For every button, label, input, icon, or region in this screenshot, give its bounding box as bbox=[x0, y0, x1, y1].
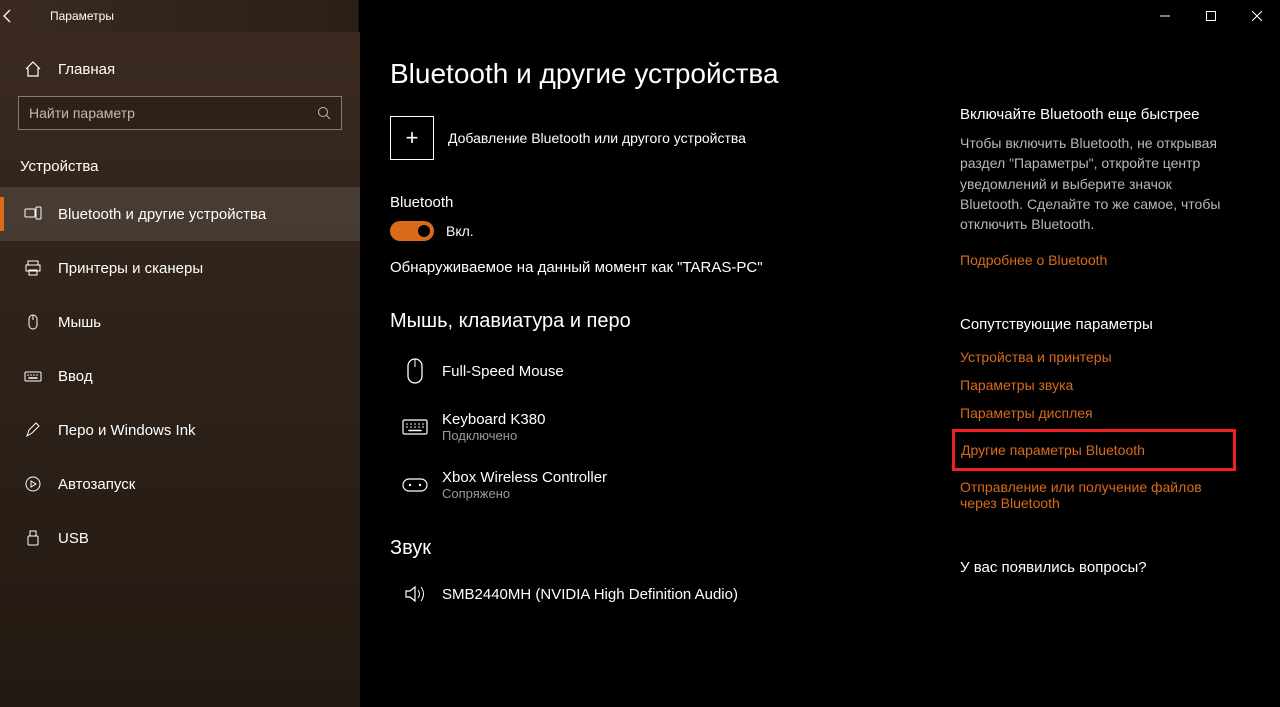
sidebar-item-usb[interactable]: USB bbox=[0, 511, 360, 565]
sidebar: Главная Устройства Bluetooth и другие ус… bbox=[0, 32, 360, 707]
device-name: Keyboard K380 bbox=[442, 411, 545, 428]
link-more-bluetooth-settings[interactable]: Другие параметры Bluetooth bbox=[952, 429, 1236, 471]
plus-icon: + bbox=[390, 116, 434, 160]
related-title: Сопутствующие параметры bbox=[960, 316, 1228, 333]
bluetooth-label: Bluetooth bbox=[390, 194, 960, 211]
maximize-button[interactable] bbox=[1188, 0, 1234, 32]
questions-title: У вас появились вопросы? bbox=[960, 559, 1228, 576]
sidebar-item-label: USB bbox=[44, 530, 89, 547]
sidebar-item-label: Мышь bbox=[44, 314, 101, 331]
mouse-icon bbox=[22, 313, 44, 331]
sidebar-section-title: Устройства bbox=[0, 150, 360, 187]
close-button[interactable] bbox=[1234, 0, 1280, 32]
minimize-button[interactable] bbox=[1142, 0, 1188, 32]
sidebar-item-printers[interactable]: Принтеры и сканеры bbox=[0, 241, 360, 295]
autoplay-icon bbox=[22, 475, 44, 493]
link-display-settings[interactable]: Параметры дисплея bbox=[960, 399, 1228, 427]
main-content: Bluetooth и другие устройства + Добавлен… bbox=[390, 58, 960, 707]
bluetooth-toggle-state: Вкл. bbox=[446, 223, 474, 239]
link-devices-printers[interactable]: Устройства и принтеры bbox=[960, 343, 1228, 371]
tip-title: Включайте Bluetooth еще быстрее bbox=[960, 106, 1228, 123]
page-title: Bluetooth и другие устройства bbox=[390, 58, 960, 90]
window-title: Параметры bbox=[44, 9, 114, 23]
device-name: Xbox Wireless Controller bbox=[442, 469, 607, 486]
category-mouse-keyboard: Мышь, клавиатура и перо bbox=[390, 310, 960, 333]
keyboard-icon bbox=[400, 418, 430, 436]
titlebar: Параметры bbox=[0, 0, 1280, 32]
mouse-icon bbox=[400, 357, 430, 385]
back-button[interactable] bbox=[0, 8, 44, 24]
sidebar-item-autoplay[interactable]: Автозапуск bbox=[0, 457, 360, 511]
tip-body: Чтобы включить Bluetooth, не открывая ра… bbox=[960, 133, 1228, 234]
search-input[interactable] bbox=[19, 105, 307, 121]
device-row[interactable]: Xbox Wireless Controller Сопряжено bbox=[390, 461, 960, 519]
pen-icon bbox=[22, 421, 44, 439]
sidebar-item-typing[interactable]: Ввод bbox=[0, 349, 360, 403]
sidebar-item-label: Bluetooth и другие устройства bbox=[44, 206, 266, 223]
sidebar-item-label: Автозапуск bbox=[44, 476, 135, 493]
search-icon bbox=[307, 106, 341, 121]
search-box[interactable] bbox=[18, 96, 342, 130]
device-row[interactable]: Full-Speed Mouse bbox=[390, 349, 960, 403]
discoverable-text: Обнаруживаемое на данный момент как "TAR… bbox=[390, 259, 960, 276]
sidebar-item-label: Ввод bbox=[44, 368, 93, 385]
sidebar-item-bluetooth[interactable]: Bluetooth и другие устройства bbox=[0, 187, 360, 241]
speaker-icon bbox=[400, 584, 430, 604]
device-name: Full-Speed Mouse bbox=[442, 363, 564, 380]
bluetooth-toggle[interactable] bbox=[390, 221, 434, 241]
sidebar-home[interactable]: Главная bbox=[0, 50, 360, 96]
sidebar-item-label: Перо и Windows Ink bbox=[44, 422, 196, 439]
add-device-label: Добавление Bluetooth или другого устройс… bbox=[448, 130, 746, 146]
link-sound-settings[interactable]: Параметры звука bbox=[960, 371, 1228, 399]
keyboard-icon bbox=[22, 367, 44, 385]
category-audio: Звук bbox=[390, 537, 960, 560]
home-icon bbox=[22, 60, 44, 78]
gamepad-icon bbox=[400, 476, 430, 494]
printer-icon bbox=[22, 259, 44, 277]
device-status: Сопряжено bbox=[442, 486, 607, 501]
sidebar-home-label: Главная bbox=[44, 61, 115, 78]
sidebar-item-label: Принтеры и сканеры bbox=[44, 260, 203, 277]
device-row[interactable]: Keyboard K380 Подключено bbox=[390, 403, 960, 461]
link-send-receive-files[interactable]: Отправление или получение файлов через B… bbox=[960, 473, 1228, 517]
add-device-row[interactable]: + Добавление Bluetooth или другого устро… bbox=[390, 116, 960, 160]
aside-panel: Включайте Bluetooth еще быстрее Чтобы вк… bbox=[960, 58, 1240, 707]
usb-icon bbox=[22, 529, 44, 547]
device-status: Подключено bbox=[442, 428, 545, 443]
device-row[interactable]: SMB2440MH (NVIDIA High Definition Audio) bbox=[390, 576, 960, 622]
sidebar-item-mouse[interactable]: Мышь bbox=[0, 295, 360, 349]
device-name: SMB2440MH (NVIDIA High Definition Audio) bbox=[442, 586, 738, 603]
devices-icon bbox=[22, 205, 44, 223]
sidebar-item-pen[interactable]: Перо и Windows Ink bbox=[0, 403, 360, 457]
link-more-bluetooth[interactable]: Подробнее о Bluetooth bbox=[960, 246, 1228, 274]
